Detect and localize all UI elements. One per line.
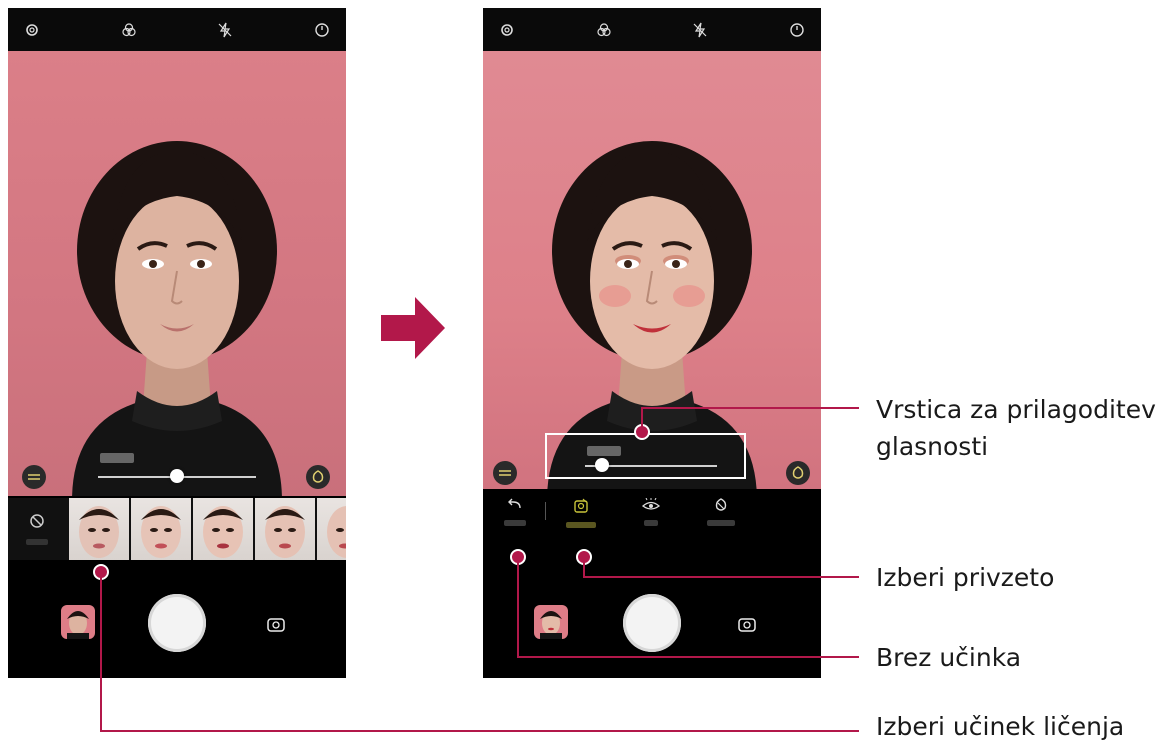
callout-choose-attachment: Izberi privzeto [876,563,1055,592]
slider-label [100,453,134,463]
callout-line [517,656,859,658]
effect-thumbnail[interactable] [69,498,129,560]
undo-tab[interactable] [495,498,535,526]
tab-divider [545,502,546,520]
transition-arrow-icon [381,297,445,364]
camera-top-bar [8,8,346,51]
makeup-face-tab[interactable] [561,498,601,528]
volume-bar-highlight [545,433,746,479]
callout-line [100,572,102,732]
makeup-mode-button[interactable] [786,461,810,485]
settings-toggle-button[interactable] [22,465,46,489]
gear-icon[interactable] [22,20,42,40]
callout-line [583,576,859,578]
contour-tab[interactable] [701,498,741,526]
callout-line [583,557,585,578]
effect-thumbnail[interactable] [317,498,346,560]
gallery-thumbnail[interactable] [61,605,95,639]
volume-slider-knob[interactable] [170,469,184,483]
filter-icon[interactable] [594,20,614,40]
effect-thumbnail[interactable] [255,498,315,560]
shutter-button[interactable] [148,594,206,652]
timer-icon[interactable] [312,20,332,40]
gallery-thumbnail[interactable] [534,605,568,639]
switch-camera-icon[interactable] [733,611,761,639]
settings-toggle-button[interactable] [493,461,517,485]
callout-volume-bar-line2: glasnosti [876,432,989,461]
callout-choose-makeup-effect: Izberi učinek ličenja [876,712,1125,741]
no-effect-option[interactable] [8,498,66,560]
makeup-mode-button[interactable] [306,465,330,489]
camera-preview [8,51,346,496]
callout-line [517,557,519,658]
switch-camera-icon[interactable] [262,611,290,639]
callout-line [100,730,859,732]
contour-icon [715,498,727,511]
camera-preview [483,51,821,489]
phone-before [8,8,346,678]
effect-thumbnail[interactable] [193,498,253,560]
makeup-face-icon [574,498,588,513]
no-effect-icon [30,514,44,528]
flash-off-icon[interactable] [690,20,710,40]
callout-line [641,407,859,409]
makeup-tab-bar [483,492,821,552]
eye-icon [642,498,660,510]
timer-icon[interactable] [787,20,807,40]
effect-thumbnail[interactable] [131,498,191,560]
flash-off-icon[interactable] [215,20,235,40]
shutter-button[interactable] [623,594,681,652]
makeup-effect-strip [8,498,346,560]
callout-volume-bar-line1: Vrstica za prilagoditev [876,395,1156,424]
illustration: Vrstica za prilagoditev glasnosti Izberi… [0,0,1170,744]
eye-tab[interactable] [631,498,671,526]
callout-no-effect: Brez učinka [876,643,1022,672]
filter-icon[interactable] [119,20,139,40]
undo-icon [508,498,521,509]
callout-line [641,408,643,428]
camera-top-bar [483,8,821,51]
gear-icon[interactable] [497,20,517,40]
portrait [52,121,302,496]
